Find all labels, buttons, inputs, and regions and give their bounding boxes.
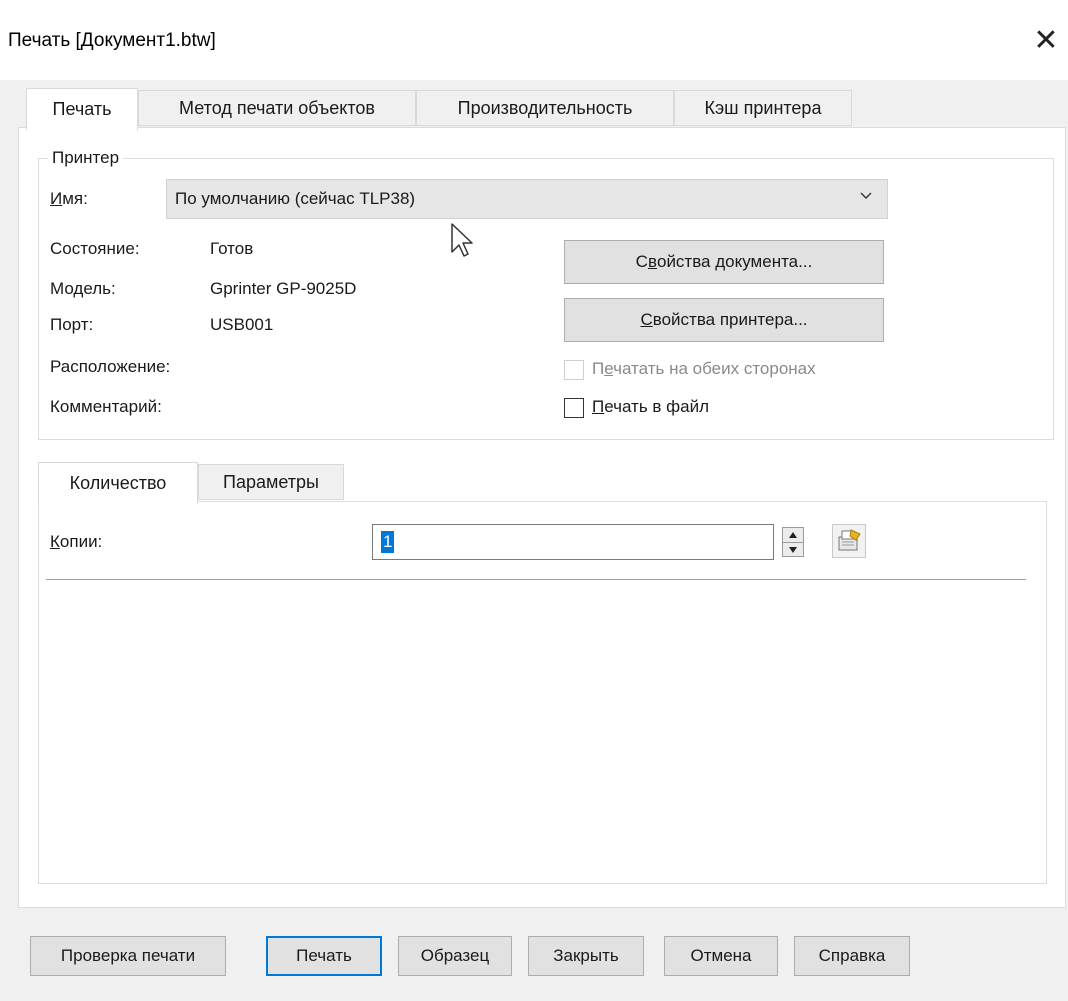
- mouse-pointer-icon: [451, 223, 473, 257]
- state-value: Готов: [210, 239, 254, 258]
- copies-input[interactable]: 1: [372, 524, 774, 560]
- printer-properties-button[interactable]: Свойства принтера...: [564, 298, 884, 342]
- cancel-button[interactable]: Отмена: [664, 936, 778, 976]
- print-button[interactable]: Печать: [266, 936, 382, 976]
- model-value: Gprinter GP-9025D: [210, 279, 357, 298]
- close-button[interactable]: Закрыть: [528, 936, 644, 976]
- spin-down-icon[interactable]: [783, 542, 803, 557]
- model-label: Модель:: [50, 279, 116, 298]
- printer-name-select[interactable]: По умолчанию (сейчас TLP38): [166, 179, 888, 219]
- print-to-file-checkbox[interactable]: [564, 398, 584, 418]
- window-title: Печать [Документ1.btw]: [8, 30, 216, 51]
- chevron-down-icon: [860, 192, 872, 199]
- duplex-checkbox[interactable]: [564, 360, 584, 380]
- printer-group-label: Принтер: [48, 148, 124, 168]
- document-properties-button[interactable]: Св ойства документа...: [564, 240, 884, 284]
- spin-up-down-icon[interactable]: [782, 527, 804, 557]
- location-label: Расположение:: [50, 357, 171, 376]
- print-to-file-label: Печать в файл: [592, 397, 710, 416]
- separator-line: [46, 579, 1026, 580]
- tab-parameters[interactable]: Параметры: [198, 464, 344, 500]
- tab-object-print-method[interactable]: Метод печати объектов: [138, 90, 416, 126]
- port-value: USB001: [210, 315, 274, 334]
- tab-quantity[interactable]: Количество: [38, 462, 198, 504]
- help-button[interactable]: Справка: [794, 936, 910, 976]
- state-label: Состояние:: [50, 239, 140, 258]
- title-bar: Печать [Документ1.btw] ✕: [0, 0, 1068, 80]
- duplex-label: Печатать на обеих сторонах: [592, 359, 816, 378]
- tab-performance[interactable]: Производительность: [416, 90, 674, 126]
- copies-value: 1: [381, 531, 395, 553]
- comment-label: Комментарий:: [50, 397, 162, 416]
- test-print-button[interactable]: Проверка печати: [30, 936, 226, 976]
- close-icon[interactable]: ✕: [1024, 18, 1068, 62]
- printer-name-value: По умолчанию (сейчас TLP38): [175, 189, 416, 208]
- spin-up-icon[interactable]: [783, 528, 803, 542]
- preview-button[interactable]: Образец: [398, 936, 512, 976]
- port-label: Порт:: [50, 315, 94, 334]
- tab-print[interactable]: Печать: [26, 88, 138, 130]
- printer-settings-icon[interactable]: [832, 524, 866, 558]
- printer-name-label: Имя:: [50, 189, 88, 208]
- tab-printer-cache[interactable]: Кэш принтера: [674, 90, 852, 126]
- copies-label: Копии:: [50, 532, 103, 551]
